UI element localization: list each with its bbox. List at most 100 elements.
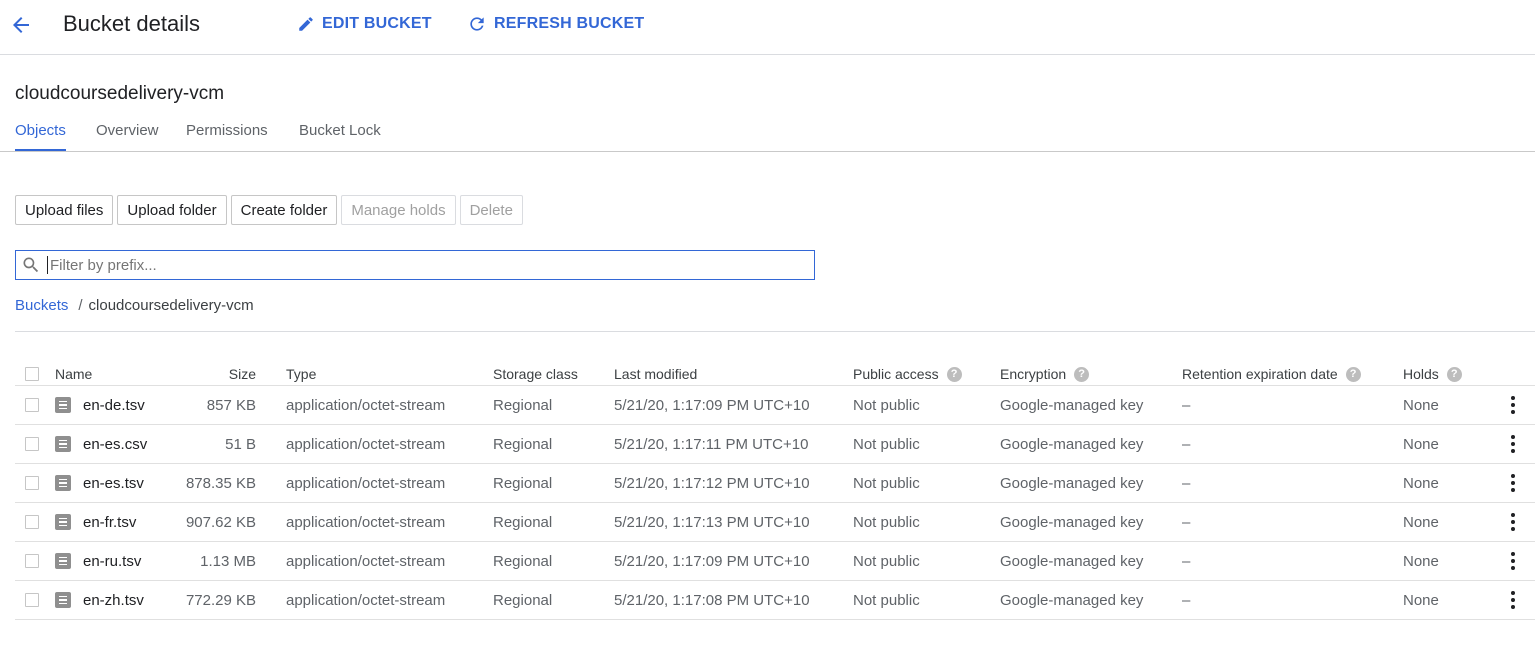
back-button[interactable] [8, 12, 34, 38]
table-row[interactable]: en-de.tsv 857 KB application/octet-strea… [15, 386, 1535, 425]
edit-bucket-button[interactable]: EDIT BUCKET [297, 14, 432, 34]
public-access: Not public [853, 513, 920, 531]
table-row[interactable]: en-ru.tsv 1.13 MB application/octet-stre… [15, 542, 1535, 581]
help-icon[interactable]: ? [946, 366, 962, 382]
refresh-bucket-button[interactable]: REFRESH BUCKET [467, 14, 644, 34]
file-type: application/octet-stream [286, 513, 446, 531]
holds: None [1403, 552, 1439, 570]
file-size: 772.29 KB [185, 591, 256, 609]
retention-date: – [1182, 552, 1191, 570]
upload-folder-button[interactable]: Upload folder [117, 195, 227, 225]
last-modified: 5/21/20, 1:17:13 PM UTC+10 [614, 513, 810, 531]
encryption: Google-managed key [1000, 552, 1144, 570]
file-size: 857 KB [206, 396, 256, 414]
row-checkbox[interactable] [25, 437, 39, 451]
tab-objects[interactable]: Objects [15, 122, 66, 139]
more-vert-icon[interactable] [1503, 393, 1523, 417]
column-encryption[interactable]: Encryption [1000, 366, 1066, 382]
tab-permissions[interactable]: Permissions [186, 122, 268, 139]
column-holds[interactable]: Holds [1403, 366, 1439, 382]
create-folder-button[interactable]: Create folder [230, 195, 338, 225]
last-modified: 5/21/20, 1:17:08 PM UTC+10 [614, 591, 810, 609]
encryption: Google-managed key [1000, 396, 1144, 414]
file-type: application/octet-stream [286, 552, 446, 570]
file-icon [55, 436, 71, 452]
more-vert-icon[interactable] [1503, 588, 1523, 612]
table-header: Name Size Type Storage class Last modifi… [15, 355, 1535, 386]
file-name-link[interactable]: en-zh.tsv [83, 592, 144, 609]
manage-holds-button[interactable]: Manage holds [341, 195, 456, 225]
file-type: application/octet-stream [286, 435, 446, 453]
table-row[interactable]: en-es.tsv 878.35 KB application/octet-st… [15, 464, 1535, 503]
tab-overview[interactable]: Overview [96, 122, 159, 139]
holds: None [1403, 591, 1439, 609]
last-modified: 5/21/20, 1:17:09 PM UTC+10 [614, 396, 810, 414]
file-name-link[interactable]: en-ru.tsv [83, 553, 141, 570]
file-name-link[interactable]: en-de.tsv [83, 397, 145, 414]
table-row[interactable]: en-es.csv 51 B application/octet-stream … [15, 425, 1535, 464]
retention-date: – [1182, 435, 1191, 453]
column-name[interactable]: Name [55, 359, 92, 389]
upload-files-button[interactable]: Upload files [15, 195, 114, 225]
storage-class: Regional [493, 591, 553, 609]
file-name-link[interactable]: en-es.tsv [83, 475, 144, 492]
delete-button[interactable]: Delete [459, 195, 523, 225]
public-access: Not public [853, 474, 920, 492]
more-vert-icon[interactable] [1503, 471, 1523, 495]
more-vert-icon[interactable] [1503, 510, 1523, 534]
page-header: Bucket details EDIT BUCKET REFRESH BUCKE… [0, 0, 1535, 55]
public-access: Not public [853, 552, 920, 570]
file-size: 1.13 MB [200, 552, 256, 570]
breadcrumb: Buckets / cloudcoursedelivery-vcm [15, 297, 254, 314]
file-size: 907.62 KB [185, 513, 256, 531]
public-access: Not public [853, 591, 920, 609]
column-type[interactable]: Type [286, 359, 316, 389]
column-retention[interactable]: Retention expiration date [1182, 366, 1338, 382]
retention-date: – [1182, 591, 1191, 609]
row-checkbox[interactable] [25, 476, 39, 490]
column-public-access[interactable]: Public access [853, 366, 939, 382]
column-last-modified[interactable]: Last modified [614, 359, 697, 389]
row-checkbox[interactable] [25, 398, 39, 412]
file-icon [55, 553, 71, 569]
holds: None [1403, 513, 1439, 531]
help-icon[interactable]: ? [1446, 366, 1462, 382]
holds: None [1403, 396, 1439, 414]
retention-date: – [1182, 474, 1191, 492]
breadcrumb-buckets-link[interactable]: Buckets [15, 297, 68, 314]
active-tab-indicator [15, 149, 66, 151]
column-retention-header: Retention expiration date ? [1182, 359, 1361, 389]
filter-input[interactable] [47, 256, 787, 274]
file-name-link[interactable]: en-es.csv [83, 436, 147, 453]
last-modified: 5/21/20, 1:17:12 PM UTC+10 [614, 474, 810, 492]
arrow-back-icon [13, 17, 29, 33]
tab-bucket-lock[interactable]: Bucket Lock [299, 122, 381, 139]
more-vert-icon[interactable] [1503, 549, 1523, 573]
row-checkbox[interactable] [25, 593, 39, 607]
column-storage-class[interactable]: Storage class [493, 359, 578, 389]
file-name-link[interactable]: en-fr.tsv [83, 514, 136, 531]
column-size[interactable]: Size [195, 359, 256, 389]
file-type: application/octet-stream [286, 591, 446, 609]
encryption: Google-managed key [1000, 435, 1144, 453]
public-access: Not public [853, 396, 920, 414]
more-vert-icon[interactable] [1503, 432, 1523, 456]
public-access: Not public [853, 435, 920, 453]
breadcrumb-separator: / [78, 297, 83, 314]
last-modified: 5/21/20, 1:17:09 PM UTC+10 [614, 552, 810, 570]
encryption: Google-managed key [1000, 513, 1144, 531]
file-type: application/octet-stream [286, 474, 446, 492]
help-icon[interactable]: ? [1345, 366, 1361, 382]
table-row[interactable]: en-zh.tsv 772.29 KB application/octet-st… [15, 581, 1535, 620]
holds: None [1403, 474, 1439, 492]
help-icon[interactable]: ? [1074, 366, 1090, 382]
table-row[interactable]: en-fr.tsv 907.62 KB application/octet-st… [15, 503, 1535, 542]
file-icon [55, 475, 71, 491]
edit-bucket-label: EDIT BUCKET [322, 15, 432, 32]
file-icon [55, 397, 71, 413]
file-icon [55, 514, 71, 530]
row-checkbox[interactable] [25, 554, 39, 568]
select-all-checkbox[interactable] [25, 367, 39, 381]
holds: None [1403, 435, 1439, 453]
row-checkbox[interactable] [25, 515, 39, 529]
